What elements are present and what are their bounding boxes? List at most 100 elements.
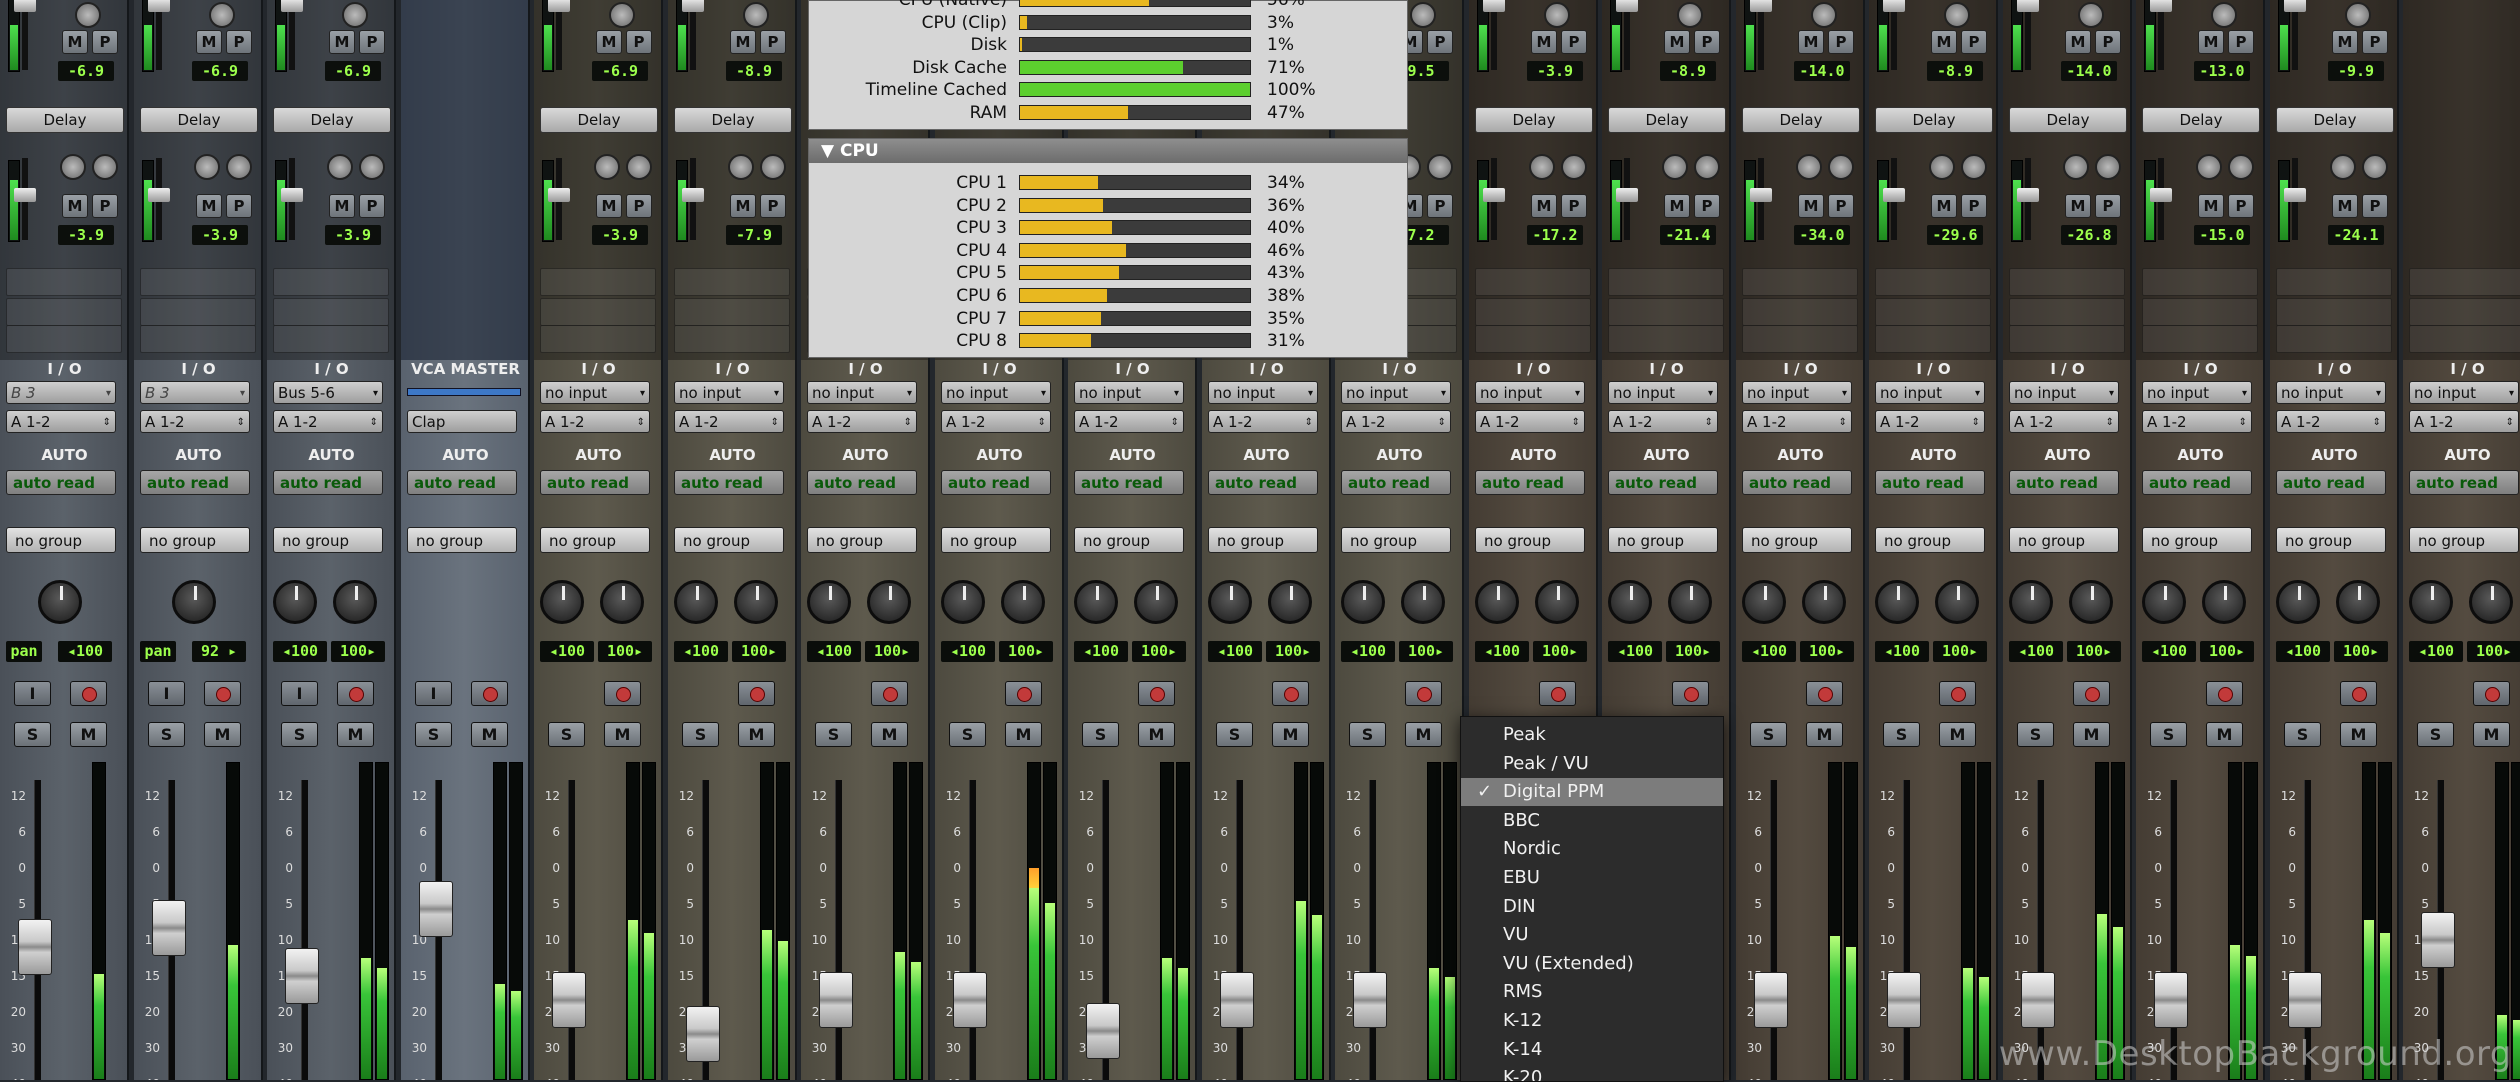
mute-button[interactable]: M — [471, 722, 508, 747]
send-pan-knob[interactable] — [1929, 154, 1955, 180]
group-selector[interactable]: no group — [1208, 527, 1318, 553]
output-selector[interactable]: A 1-2 ⇕ — [674, 410, 784, 433]
send-prefader-button[interactable]: P — [626, 30, 652, 54]
output-selector[interactable]: A 1-2 ⇕ — [2142, 410, 2252, 433]
pan-knob-left[interactable] — [1875, 580, 1919, 624]
group-selector[interactable]: no group — [2142, 527, 2252, 553]
send-pan-knob[interactable] — [342, 2, 368, 28]
send-fader-cap[interactable] — [1616, 188, 1638, 202]
send-pan-knob[interactable] — [1828, 154, 1854, 180]
send-fader[interactable] — [1883, 0, 1905, 70]
send-fader[interactable] — [1883, 158, 1905, 240]
send-fader[interactable] — [148, 158, 170, 240]
volume-fader[interactable] — [953, 972, 987, 1028]
input-selector[interactable]: no input ▾ — [1608, 381, 1718, 404]
send-prefader-button[interactable]: P — [1427, 30, 1453, 54]
send-fader-cap[interactable] — [14, 0, 36, 12]
output-selector[interactable]: A 1-2 ⇕ — [1875, 410, 1985, 433]
pan-knob-right[interactable] — [2469, 580, 2513, 624]
pan-value-left[interactable]: ◂100 — [941, 641, 995, 662]
input-monitor-button[interactable]: I — [148, 681, 185, 706]
send-fader-cap[interactable] — [2150, 188, 2172, 202]
output-selector[interactable]: A 1-2 ⇕ — [1208, 410, 1318, 433]
send-mute-button[interactable]: M — [62, 30, 88, 54]
send-mute-button[interactable]: M — [1931, 30, 1957, 54]
send-mute-button[interactable]: M — [1664, 194, 1690, 218]
send-prefader-button[interactable]: P — [359, 30, 385, 54]
insert-slot[interactable] — [1742, 298, 1858, 326]
send-fader[interactable] — [1750, 158, 1772, 240]
input-selector[interactable]: no input ▾ — [941, 381, 1051, 404]
send-pan-knob[interactable] — [1662, 154, 1688, 180]
group-selector[interactable]: no group — [807, 527, 917, 553]
meter-type-menu-item[interactable]: Peak — [1461, 721, 1723, 749]
pan-knob-left[interactable] — [2142, 580, 2186, 624]
insert-slot[interactable] — [2142, 325, 2258, 353]
solo-button[interactable]: S — [548, 722, 585, 747]
pan-knob-left[interactable] — [273, 580, 317, 624]
send-mute-button[interactable]: M — [329, 194, 355, 218]
send-fader[interactable] — [2284, 0, 2306, 70]
send-fader[interactable] — [281, 158, 303, 240]
input-selector[interactable]: no input ▾ — [1875, 381, 1985, 404]
record-enable-button[interactable] — [2340, 681, 2377, 706]
input-monitor-button[interactable]: I — [415, 681, 452, 706]
input-selector[interactable]: no input ▾ — [807, 381, 917, 404]
send-mute-button[interactable]: M — [1531, 30, 1557, 54]
solo-button[interactable]: S — [1216, 722, 1253, 747]
input-selector[interactable]: B 3 ▾ — [6, 381, 116, 404]
automation-mode-selector[interactable]: auto read — [1475, 470, 1585, 495]
automation-mode-selector[interactable]: auto read — [807, 470, 917, 495]
send-fader-cap[interactable] — [1883, 188, 1905, 202]
insert-slot[interactable] — [2009, 325, 2125, 353]
output-selector[interactable]: A 1-2 ⇕ — [807, 410, 917, 433]
insert-slot[interactable] — [2409, 325, 2520, 353]
send-fader[interactable] — [1616, 158, 1638, 240]
send-pan-knob[interactable] — [209, 2, 235, 28]
pan-knob-right[interactable] — [600, 580, 644, 624]
send-pan-knob[interactable] — [1544, 2, 1570, 28]
pan-knob-left[interactable] — [1208, 580, 1252, 624]
pan-knob-left[interactable] — [2409, 580, 2453, 624]
record-enable-button[interactable] — [1539, 681, 1576, 706]
volume-fader[interactable] — [1353, 972, 1387, 1028]
mute-button[interactable]: M — [1806, 722, 1843, 747]
insert-slot[interactable] — [2009, 268, 2125, 296]
cpu-section-header[interactable]: ▼ CPU — [809, 139, 1407, 163]
group-selector[interactable]: no group — [1074, 527, 1184, 553]
send-prefader-button[interactable]: P — [2362, 30, 2388, 54]
mute-button[interactable]: M — [1405, 722, 1442, 747]
meter-type-menu-item[interactable]: BBC — [1461, 807, 1723, 835]
pan-knob-left[interactable] — [1608, 580, 1652, 624]
insert-slot[interactable] — [1608, 325, 1724, 353]
send-pan-knob[interactable] — [2063, 154, 2089, 180]
output-selector[interactable]: A 1-2 ⇕ — [540, 410, 650, 433]
solo-button[interactable]: S — [2417, 722, 2454, 747]
mute-button[interactable]: M — [604, 722, 641, 747]
send-prefader-button[interactable]: P — [1961, 194, 1987, 218]
send-pan-knob[interactable] — [194, 154, 220, 180]
send-prefader-button[interactable]: P — [359, 194, 385, 218]
record-enable-button[interactable] — [1272, 681, 1309, 706]
send-fader-cap[interactable] — [2150, 0, 2172, 12]
send-prefader-button[interactable]: P — [2228, 30, 2254, 54]
pan-value-left[interactable]: ◂100 — [674, 641, 728, 662]
send-mute-button[interactable]: M — [2065, 194, 2091, 218]
meter-type-menu-item[interactable]: RMS — [1461, 978, 1723, 1006]
send-fader[interactable] — [1483, 158, 1505, 240]
group-selector[interactable]: no group — [273, 527, 383, 553]
pan-knob-left[interactable] — [2276, 580, 2320, 624]
pan-value-right[interactable]: 100▸ — [2334, 641, 2388, 662]
meter-type-menu-item[interactable]: K-20 — [1461, 1064, 1723, 1081]
send-prefader-button[interactable]: P — [1694, 30, 1720, 54]
delay-button[interactable]: Delay — [1608, 107, 1726, 133]
volume-fader[interactable] — [18, 919, 52, 975]
insert-slot[interactable] — [1475, 325, 1591, 353]
send-fader[interactable] — [1616, 0, 1638, 70]
send-fader[interactable] — [14, 0, 36, 70]
send-mute-button[interactable]: M — [196, 30, 222, 54]
pan-knob-left[interactable] — [941, 580, 985, 624]
pan-value-right[interactable]: 100▸ — [999, 641, 1053, 662]
output-selector[interactable]: A 1-2 ⇕ — [2409, 410, 2519, 433]
automation-mode-selector[interactable]: auto read — [674, 470, 784, 495]
